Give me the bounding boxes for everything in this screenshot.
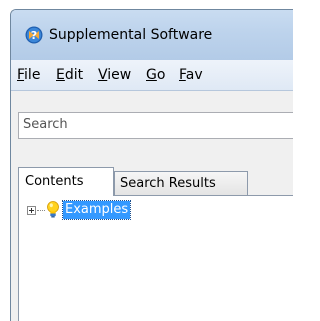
search-box[interactable] xyxy=(18,112,293,139)
navigation-pane: Search Results Contents Examples xyxy=(11,91,293,321)
search-input[interactable] xyxy=(23,117,283,132)
tree-connector xyxy=(37,210,45,211)
tab-search-results[interactable]: Search Results xyxy=(114,171,248,196)
title-bar[interactable]: ? Supplemental Software xyxy=(11,10,293,60)
menu-favorites[interactable]: Fav xyxy=(179,67,203,83)
svg-text:?: ? xyxy=(31,29,37,42)
expand-icon[interactable] xyxy=(27,206,36,215)
tab-contents[interactable]: Contents xyxy=(18,167,114,196)
help-icon: ? xyxy=(25,26,43,44)
tree-item-examples[interactable]: Examples xyxy=(61,200,132,220)
lightbulb-icon xyxy=(47,201,59,218)
menu-file[interactable]: File xyxy=(17,67,40,83)
menu-go[interactable]: Go xyxy=(146,67,165,83)
contents-tree: Examples xyxy=(18,195,293,321)
window-title: Supplemental Software xyxy=(49,27,213,43)
menu-bar: File Edit View Go Fav xyxy=(11,60,293,91)
app-window: ? Supplemental Software File Edit View G… xyxy=(10,9,293,321)
tab-label: Contents xyxy=(25,174,84,189)
tab-label: Search Results xyxy=(120,176,216,191)
menu-edit[interactable]: Edit xyxy=(56,67,83,83)
menu-view[interactable]: View xyxy=(98,67,131,83)
